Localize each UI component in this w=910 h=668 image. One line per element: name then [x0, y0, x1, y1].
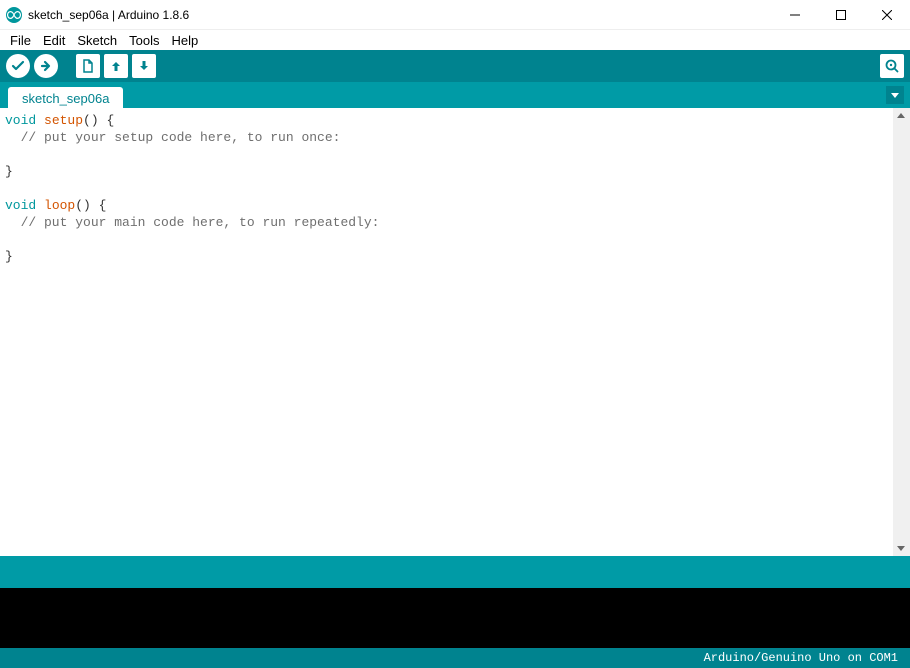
code-text: }: [5, 164, 13, 179]
console-output[interactable]: [0, 588, 910, 648]
vertical-scrollbar[interactable]: [893, 108, 910, 556]
code-keyword: void: [5, 113, 36, 128]
open-sketch-button[interactable]: [104, 54, 128, 78]
tab-bar: sketch_sep06a: [0, 82, 910, 108]
code-comment: // put your setup code here, to run once…: [5, 130, 340, 145]
code-keyword: void: [5, 198, 36, 213]
code-text: }: [5, 249, 13, 264]
code-func: setup: [44, 113, 83, 128]
footer-bar: Arduino/Genuino Uno on COM1: [0, 648, 910, 668]
verify-button[interactable]: [6, 54, 30, 78]
window-controls: [772, 0, 910, 29]
menu-tools[interactable]: Tools: [123, 32, 165, 49]
save-sketch-button[interactable]: [132, 54, 156, 78]
upload-button[interactable]: [34, 54, 58, 78]
serial-monitor-button[interactable]: [880, 54, 904, 78]
status-bar: [0, 556, 910, 588]
window-minimize-button[interactable]: [772, 0, 818, 30]
window-close-button[interactable]: [864, 0, 910, 30]
window-title: sketch_sep06a | Arduino 1.8.6: [28, 8, 772, 22]
new-sketch-button[interactable]: [76, 54, 100, 78]
tab-active[interactable]: sketch_sep06a: [8, 87, 123, 109]
menu-file[interactable]: File: [4, 32, 37, 49]
editor-area: void setup() { // put your setup code he…: [0, 108, 910, 556]
code-text: () {: [75, 198, 106, 213]
menu-bar: File Edit Sketch Tools Help: [0, 30, 910, 50]
window-maximize-button[interactable]: [818, 0, 864, 30]
tab-menu-button[interactable]: [886, 86, 904, 104]
arduino-logo-icon: [6, 7, 22, 23]
menu-help[interactable]: Help: [165, 32, 204, 49]
code-comment: // put your main code here, to run repea…: [5, 215, 379, 230]
board-port-label: Arduino/Genuino Uno on COM1: [704, 651, 898, 665]
menu-sketch[interactable]: Sketch: [71, 32, 123, 49]
window-titlebar: sketch_sep06a | Arduino 1.8.6: [0, 0, 910, 30]
code-text: () {: [83, 113, 114, 128]
toolbar: [0, 50, 910, 82]
menu-edit[interactable]: Edit: [37, 32, 71, 49]
code-editor[interactable]: void setup() { // put your setup code he…: [0, 108, 893, 556]
code-func: loop: [44, 198, 75, 213]
